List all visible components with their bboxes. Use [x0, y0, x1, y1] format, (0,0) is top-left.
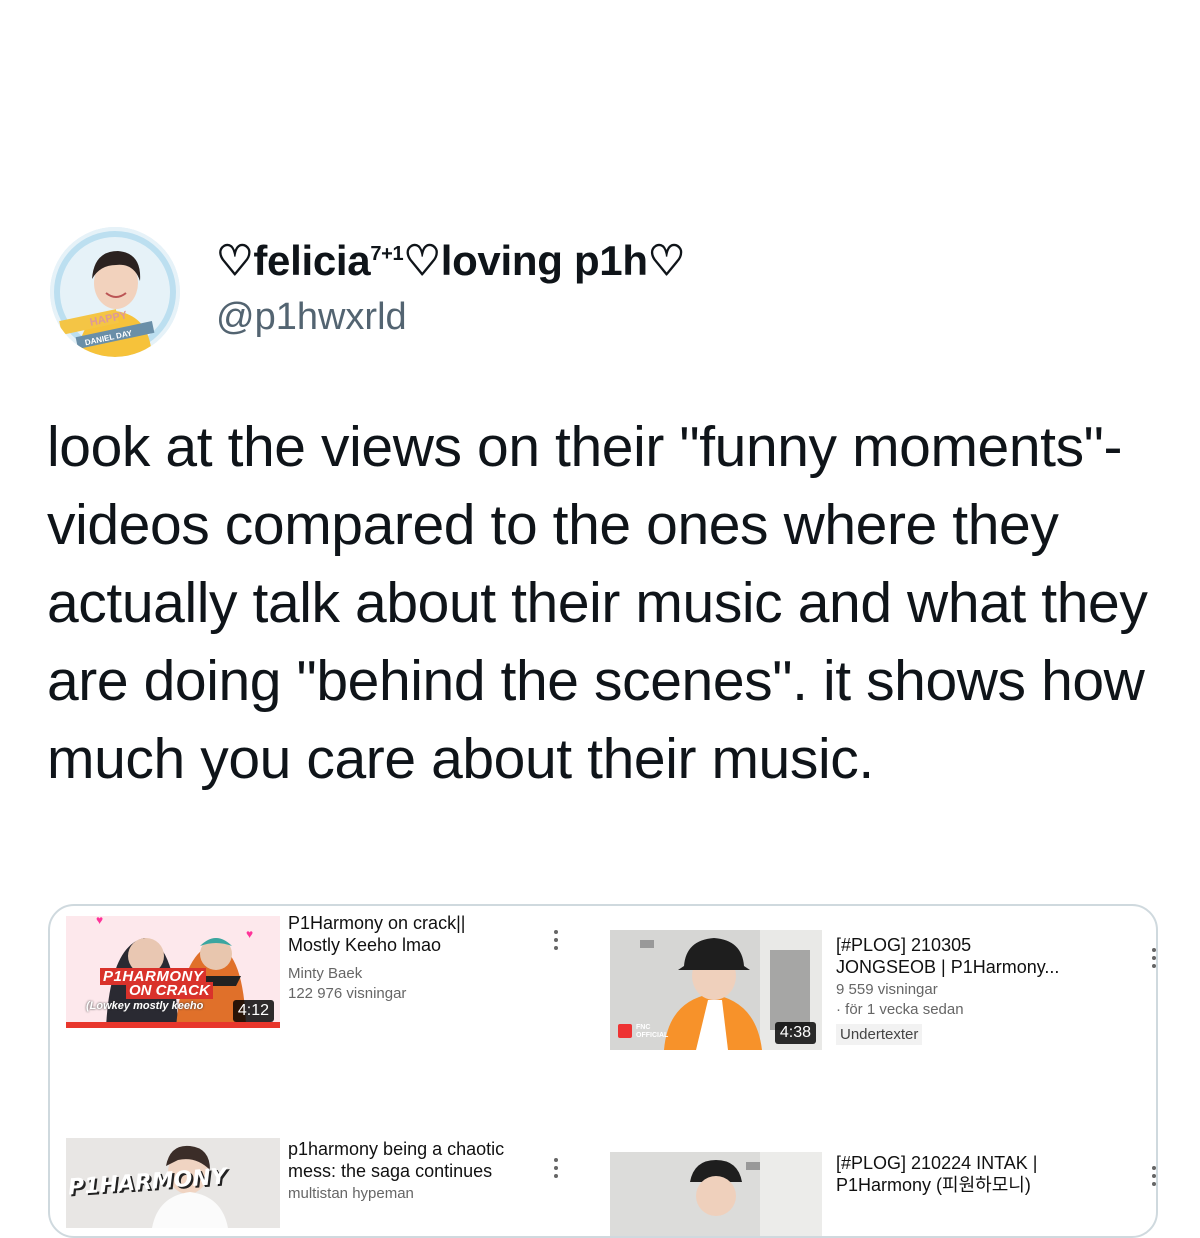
tweet-text: look at the views on their "funny moment… — [47, 415, 1148, 791]
video-thumbnail[interactable]: FNC OFFICIAL 4:38 — [610, 930, 822, 1050]
avatar-image: HAPPY DANIEL DAY — [50, 227, 180, 357]
video-views: 9 559 visningar — [836, 981, 938, 998]
video-item[interactable]: P1HARMONY p1harmony being a chaotic mess… — [66, 1138, 566, 1236]
user-handle[interactable]: @p1hwxrld — [216, 296, 407, 339]
channel-logo-text: FNC OFFICIAL — [636, 1024, 669, 1039]
video-duration: 4:12 — [232, 1000, 274, 1022]
video-title[interactable]: [#PLOG] 210224 INTAK | P1Harmony (피원하모니) — [836, 1152, 1096, 1196]
thumbnail-art — [610, 1152, 822, 1236]
video-item[interactable]: FNC OFFICIAL 4:38 [#PLOG] 210305 JONGSEO… — [610, 930, 1156, 1060]
display-name[interactable]: ♡felicia7+1♡loving p1h♡ — [216, 236, 685, 285]
attached-image[interactable]: ♥ ♥ P1HARMONY ON CRACK (Lowkey mostly ke… — [48, 904, 1158, 1238]
video-channel[interactable]: Minty Baek — [288, 964, 362, 984]
video-title[interactable]: [#PLOG] 210305 JONGSEOB | P1Harmony... — [836, 934, 1086, 978]
svg-text:♥: ♥ — [246, 927, 253, 941]
video-title[interactable]: p1harmony being a chaotic mess: the saga… — [288, 1138, 548, 1182]
subtitles-badge: Undertexter — [836, 1024, 923, 1045]
video-item[interactable]: ♥ ♥ P1HARMONY ON CRACK (Lowkey mostly ke… — [66, 913, 566, 1036]
video-thumbnail[interactable]: P1HARMONY — [66, 1138, 280, 1228]
more-options-icon[interactable] — [1152, 948, 1156, 972]
display-name-superscript: 7+1 — [370, 243, 404, 265]
video-thumbnail[interactable]: ♥ ♥ P1HARMONY ON CRACK (Lowkey mostly ke… — [66, 916, 280, 1028]
more-options-icon[interactable] — [1152, 1166, 1156, 1190]
svg-text:♥: ♥ — [96, 916, 103, 927]
display-name-part: ♡felicia — [216, 237, 371, 284]
video-age: · för 1 vecka sedan — [836, 1001, 964, 1018]
video-item[interactable]: [#PLOG] 210224 INTAK | P1Harmony (피원하모니) — [610, 1152, 1156, 1236]
channel-logo-icon — [618, 1024, 632, 1038]
thumbnail-overlay-subtitle: ON CRACK — [126, 982, 213, 999]
more-options-icon[interactable] — [554, 1158, 560, 1182]
video-title[interactable]: P1Harmony on crack|| Mostly Keeho lmao — [288, 912, 528, 956]
thumbnail-overlay-note: (Lowkey mostly keeho — [86, 1000, 204, 1012]
video-duration: 4:38 — [774, 1022, 816, 1044]
video-views: 122 976 visningar — [288, 985, 407, 1002]
video-thumbnail[interactable] — [610, 1152, 822, 1236]
avatar[interactable]: HAPPY DANIEL DAY — [50, 227, 180, 357]
display-name-rest: ♡loving p1h♡ — [403, 237, 686, 284]
more-options-icon[interactable] — [554, 930, 560, 954]
video-channel[interactable]: multistan hypeman — [288, 1184, 414, 1204]
